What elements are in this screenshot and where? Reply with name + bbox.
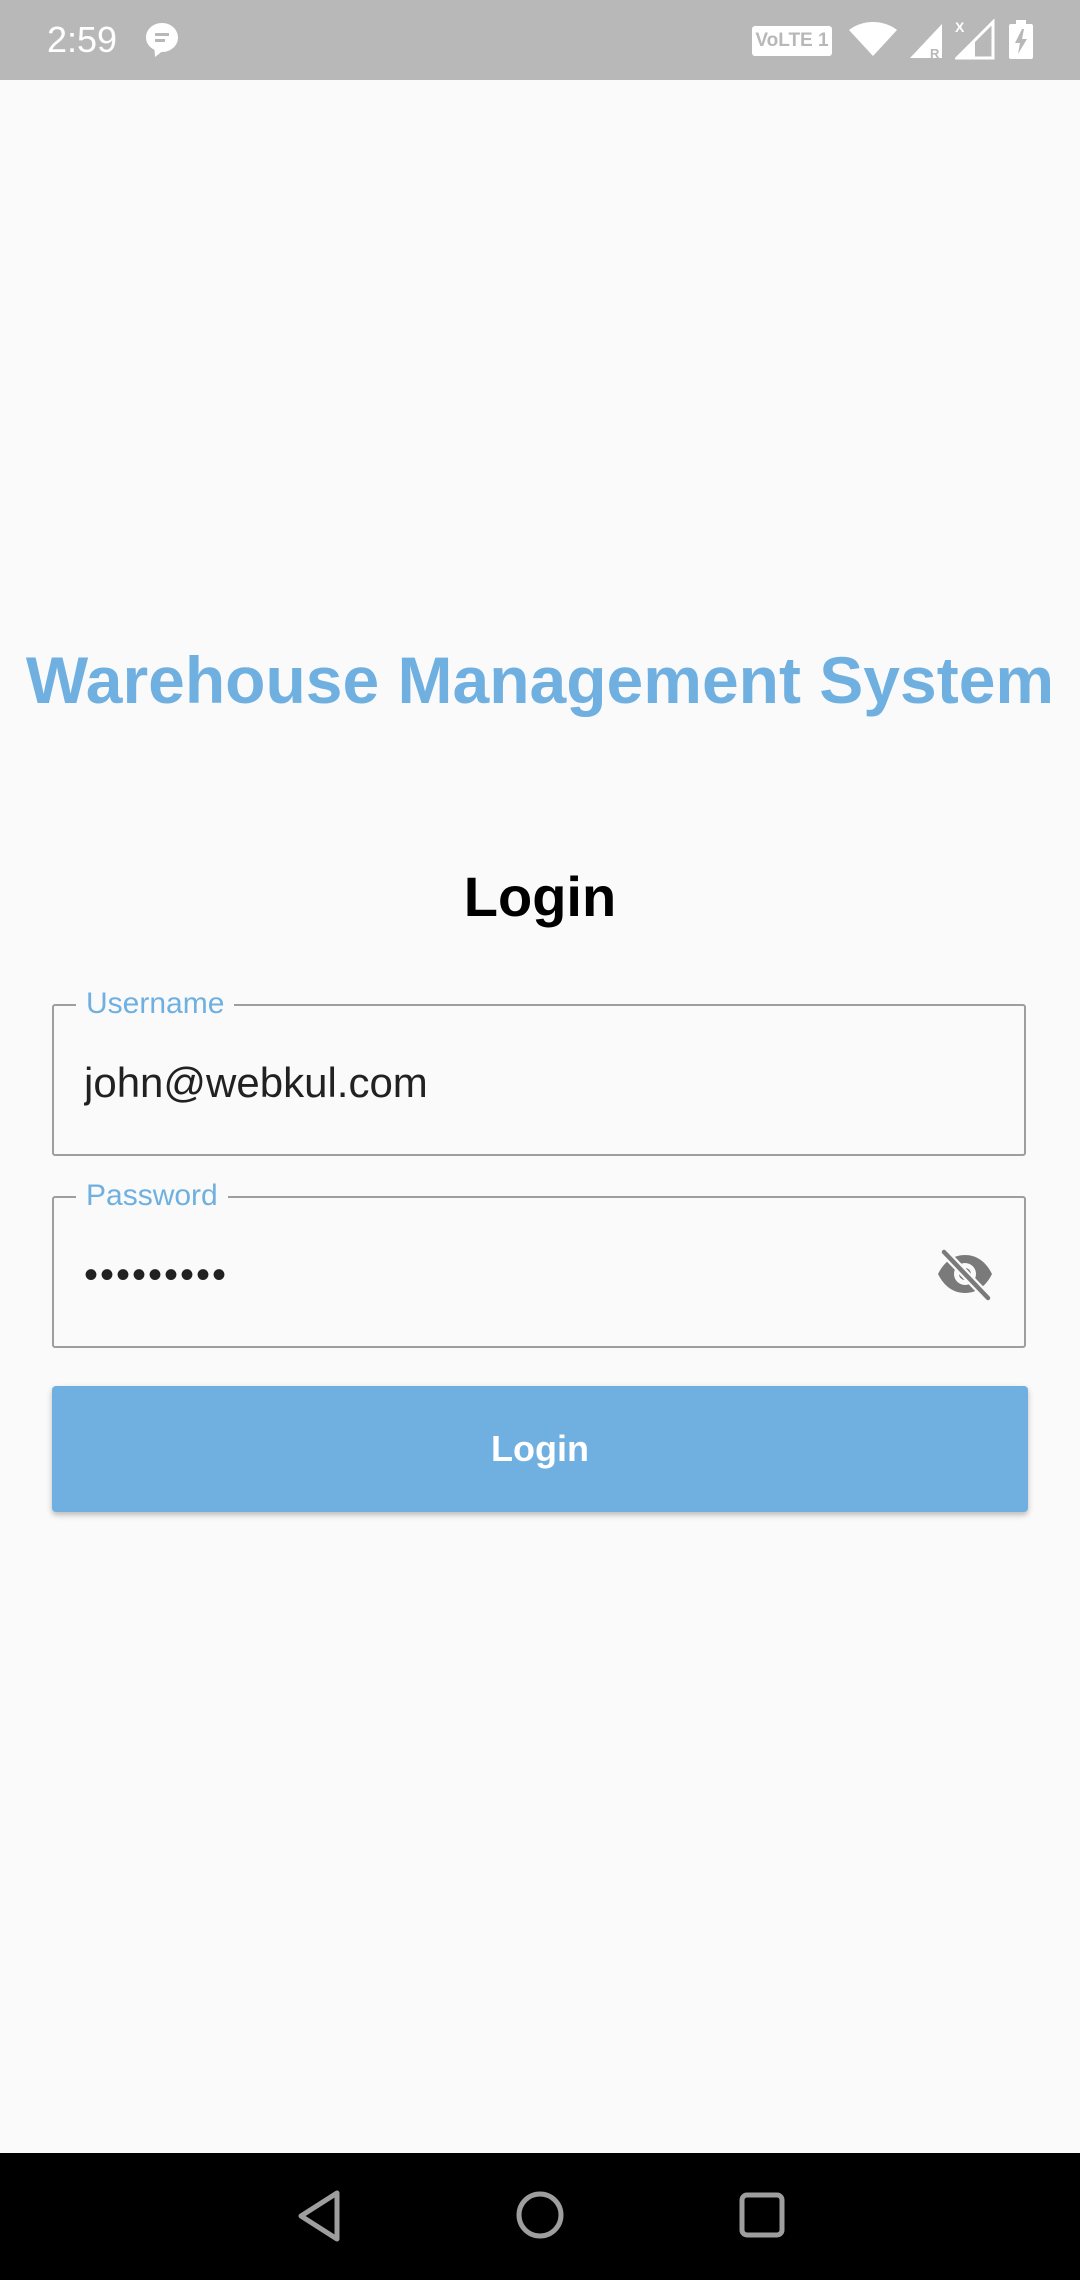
signal-roaming-icon: X xyxy=(955,18,995,60)
login-heading: Login xyxy=(463,865,617,928)
login-button[interactable]: Login xyxy=(52,1386,1028,1512)
volte-badge: VoLTE 1 xyxy=(752,26,832,56)
status-bar: 2:59 VoLTE 1 R X xyxy=(0,0,1080,80)
password-input[interactable] xyxy=(84,1240,904,1310)
app-title: Warehouse Management System xyxy=(25,643,1055,717)
svg-text:R: R xyxy=(930,46,940,60)
username-input[interactable] xyxy=(84,1048,904,1118)
recent-apps-icon[interactable] xyxy=(738,2191,786,2239)
password-field[interactable]: Password xyxy=(52,1178,1026,1348)
username-label: Username xyxy=(76,986,235,1022)
username-field[interactable]: Username xyxy=(52,986,1026,1156)
signal-icon: R xyxy=(910,24,942,60)
navigation-bar xyxy=(0,2153,1080,2280)
wifi-icon xyxy=(849,22,897,56)
svg-text:X: X xyxy=(955,19,965,35)
eye-off-icon[interactable] xyxy=(934,1246,996,1302)
back-icon[interactable] xyxy=(295,2189,345,2243)
battery-icon xyxy=(1009,20,1033,59)
password-label: Password xyxy=(76,1178,228,1214)
status-time: 2:59 xyxy=(47,19,118,60)
home-icon[interactable] xyxy=(514,2189,566,2241)
message-icon xyxy=(146,23,178,57)
